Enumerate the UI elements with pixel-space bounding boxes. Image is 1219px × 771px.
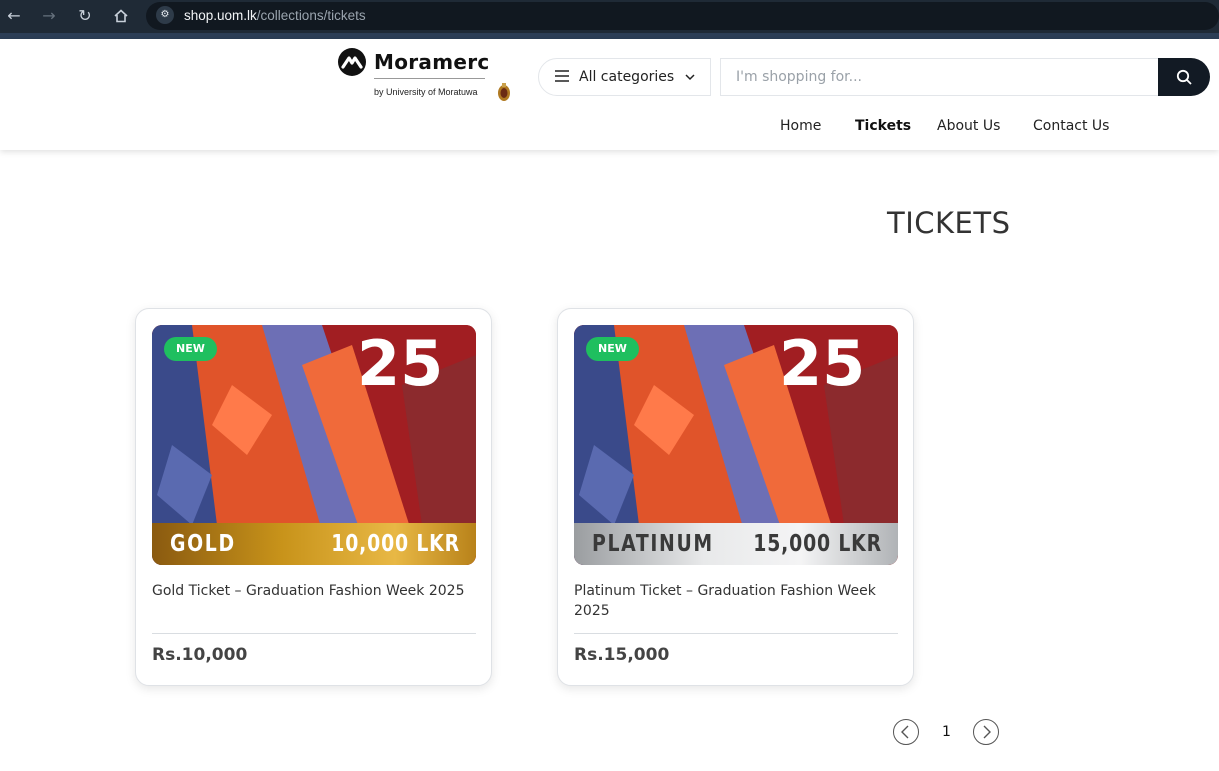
reload-icon[interactable]: ↻	[73, 4, 97, 28]
page-title: TICKETS	[887, 206, 1011, 240]
back-arrow-icon[interactable]: ←	[2, 4, 26, 28]
prev-page-button[interactable]	[893, 719, 919, 745]
brand-divider	[374, 78, 485, 79]
menu-icon	[555, 70, 569, 82]
search-icon	[1176, 69, 1192, 85]
chevron-down-icon	[685, 74, 695, 81]
tier-band: GOLD 10,000 LKR	[152, 523, 476, 565]
product-price: Rs.10,000	[152, 645, 248, 665]
category-dropdown[interactable]: All categories	[538, 58, 711, 96]
product-title[interactable]: Platinum Ticket – Graduation Fashion Wee…	[574, 581, 898, 621]
product-image[interactable]: 25 NEW PLATINUM 15,000 LKR	[574, 325, 898, 565]
chevron-left-icon	[901, 725, 909, 739]
new-badge: NEW	[164, 337, 217, 361]
svg-text:25: 25	[357, 327, 443, 400]
search-button[interactable]	[1158, 58, 1210, 96]
product-card[interactable]: 25 NEW GOLD 10,000 LKR Gold Ticket – Gra…	[135, 308, 492, 686]
tier-name: PLATINUM	[592, 531, 714, 557]
url-host: shop.uom.lk	[184, 8, 257, 23]
site-info-icon[interactable]: ⚙	[156, 6, 174, 24]
search-input[interactable]	[720, 58, 1158, 96]
product-image[interactable]: 25 NEW GOLD 10,000 LKR	[152, 325, 476, 565]
chevron-right-icon	[983, 725, 991, 739]
url-path: /collections/tickets	[256, 8, 366, 23]
home-icon[interactable]	[109, 4, 133, 28]
nav-home[interactable]: Home	[780, 118, 821, 134]
url-text[interactable]: shop.uom.lk/collections/tickets	[184, 8, 366, 23]
card-divider	[152, 633, 476, 634]
new-badge: NEW	[586, 337, 639, 361]
university-crest-icon	[497, 82, 511, 102]
next-page-button[interactable]	[973, 719, 999, 745]
svg-text:25: 25	[779, 327, 865, 400]
tier-name: GOLD	[170, 531, 236, 557]
brand-logo-icon[interactable]	[338, 48, 366, 76]
forward-arrow-icon[interactable]: →	[37, 4, 61, 28]
card-divider	[574, 633, 898, 634]
brand-name[interactable]: Moramerc	[374, 50, 490, 74]
product-price: Rs.15,000	[574, 645, 670, 665]
tier-price: 10,000 LKR	[331, 531, 460, 557]
page-number[interactable]: 1	[942, 724, 951, 740]
product-card[interactable]: 25 NEW PLATINUM 15,000 LKR Platinum Tick…	[557, 308, 914, 686]
nav-about-us[interactable]: About Us	[937, 118, 1000, 134]
nav-contact-us[interactable]: Contact Us	[1033, 118, 1109, 134]
product-title[interactable]: Gold Ticket – Graduation Fashion Week 20…	[152, 581, 476, 601]
nav-tickets[interactable]: Tickets	[855, 118, 911, 134]
tier-band: PLATINUM 15,000 LKR	[574, 523, 898, 565]
category-dropdown-label: All categories	[579, 69, 675, 85]
tier-price: 15,000 LKR	[753, 531, 882, 557]
brand-subtitle: by University of Moratuwa	[374, 87, 478, 97]
